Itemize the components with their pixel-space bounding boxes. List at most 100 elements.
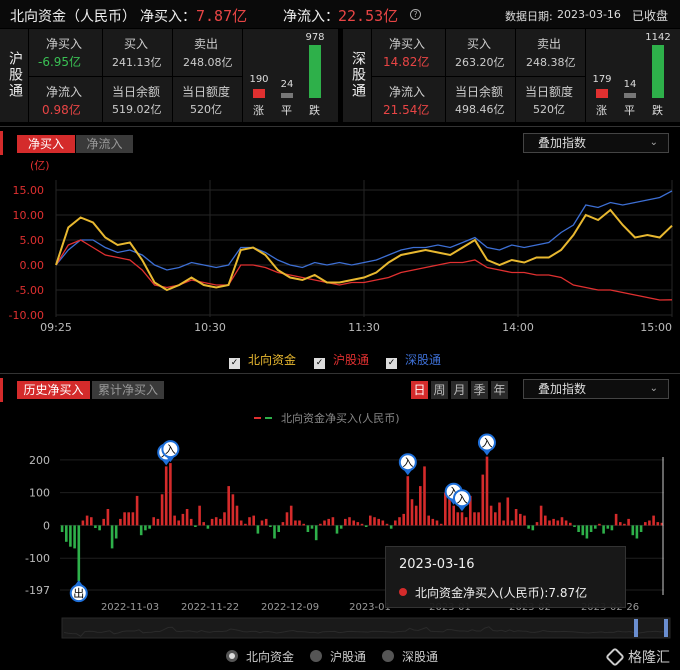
legend-sz-label: 深股通 bbox=[405, 353, 442, 367]
watermark-logo: 格隆汇 bbox=[605, 647, 670, 667]
bar bbox=[481, 474, 485, 526]
y-tick-label: -5.00 bbox=[16, 284, 44, 297]
bar bbox=[560, 517, 564, 526]
bar bbox=[456, 512, 460, 526]
bar bbox=[506, 497, 510, 526]
bar bbox=[598, 523, 601, 526]
sh-up-bar bbox=[253, 89, 265, 98]
bar bbox=[581, 525, 585, 536]
period-month[interactable]: 月 bbox=[451, 381, 468, 399]
y-tick-label: -197 bbox=[25, 584, 50, 597]
sz-connect-panel: 深股通 净买入 14.82亿 买入 263.20亿 卖出 248.38亿 净流入… bbox=[343, 29, 680, 122]
bar bbox=[377, 518, 380, 526]
chart-tooltip: 2023-03-16 北向资金净买入(人民币):7.87亿 bbox=[385, 546, 626, 608]
bar bbox=[498, 502, 501, 526]
bar bbox=[314, 525, 318, 541]
x-tick-label: 2022-11-03 bbox=[101, 602, 159, 613]
bar bbox=[114, 525, 118, 539]
radio-selected-icon bbox=[226, 650, 238, 662]
sz-sell-value: 248.38亿 bbox=[526, 56, 576, 69]
radio-north[interactable]: 北向资金 bbox=[226, 648, 294, 665]
radio-sh[interactable]: 沪股通 bbox=[310, 648, 366, 665]
sz-flat-bar bbox=[624, 93, 636, 98]
radio-north-label: 北向资金 bbox=[246, 650, 295, 664]
radio-sh-label: 沪股通 bbox=[330, 650, 367, 664]
page-title: 北向资金（人民币） bbox=[10, 9, 136, 25]
bar bbox=[85, 515, 89, 526]
bar bbox=[644, 522, 647, 526]
bar bbox=[385, 523, 389, 526]
sh-buy-label: 买入 bbox=[124, 37, 149, 51]
history-overlay-index-dropdown[interactable]: 叠加指数 ⌄ bbox=[523, 379, 669, 399]
bar bbox=[210, 518, 214, 526]
sz-net-flow-value: 21.54亿 bbox=[383, 103, 430, 117]
sh-down-count: 978 bbox=[305, 32, 325, 43]
sz-down-label: 跌 bbox=[652, 104, 663, 117]
bar bbox=[523, 515, 526, 526]
sh-down-bar bbox=[309, 45, 321, 98]
tab-history-net-buy[interactable]: 历史净买入 bbox=[17, 381, 90, 399]
bar bbox=[510, 520, 514, 526]
radio-sz[interactable]: 深股通 bbox=[382, 648, 438, 665]
bar bbox=[602, 525, 605, 534]
y-tick-label: 100 bbox=[29, 487, 50, 500]
legend-sh[interactable]: ✓ 沪股通 bbox=[314, 351, 369, 369]
tab-net-buy[interactable]: 净买入 bbox=[17, 135, 75, 153]
section-divider bbox=[0, 126, 680, 127]
bar bbox=[356, 522, 360, 526]
bar bbox=[252, 515, 255, 526]
legend-north[interactable]: ✓ 北向资金 bbox=[229, 351, 296, 369]
bar bbox=[98, 525, 101, 531]
bar bbox=[127, 512, 130, 526]
sz-buy-label: 买入 bbox=[467, 37, 492, 51]
bar bbox=[389, 525, 393, 529]
chevron-down-icon: ⌄ bbox=[649, 383, 658, 394]
bar bbox=[419, 486, 422, 526]
tab-cumulative-net-buy[interactable]: 累计净买入 bbox=[92, 381, 164, 399]
bar bbox=[360, 523, 364, 526]
bar bbox=[235, 505, 239, 526]
bar bbox=[60, 525, 64, 532]
bar bbox=[439, 523, 443, 526]
period-week[interactable]: 周 bbox=[431, 381, 448, 399]
bar bbox=[223, 512, 226, 526]
bar bbox=[464, 517, 468, 526]
net-flow-value: 22.53亿 bbox=[338, 7, 399, 25]
y-tick-label: 15.00 bbox=[13, 184, 45, 197]
period-year[interactable]: 年 bbox=[491, 381, 508, 399]
bar bbox=[589, 525, 593, 532]
bar bbox=[260, 520, 264, 526]
question-icon[interactable]: ? bbox=[410, 9, 421, 20]
bar bbox=[123, 512, 126, 526]
bar bbox=[431, 518, 435, 526]
x-tick-label: 09:25 bbox=[40, 321, 72, 334]
divider bbox=[242, 29, 243, 122]
bar bbox=[289, 505, 293, 526]
bar bbox=[81, 520, 85, 526]
y-tick-label: -100 bbox=[25, 552, 50, 565]
bar bbox=[635, 525, 639, 539]
bar bbox=[169, 463, 172, 526]
logo-text: 格隆汇 bbox=[628, 650, 670, 666]
overlay-index-dropdown[interactable]: 叠加指数 ⌄ bbox=[523, 133, 669, 153]
tab-net-flow[interactable]: 净流入 bbox=[76, 135, 133, 153]
bar bbox=[214, 517, 218, 526]
sh-buy-value: 241.13亿 bbox=[112, 56, 162, 69]
bar bbox=[160, 494, 164, 526]
bar bbox=[514, 509, 518, 526]
bar bbox=[323, 520, 326, 526]
bar bbox=[381, 520, 385, 526]
period-quarter[interactable]: 季 bbox=[471, 381, 488, 399]
bar bbox=[144, 525, 147, 531]
bar bbox=[139, 525, 143, 536]
tooltip-dot bbox=[399, 588, 407, 596]
bar bbox=[402, 513, 405, 526]
bar bbox=[344, 518, 347, 526]
legend-sz[interactable]: ✓ 深股通 bbox=[386, 351, 441, 369]
period-day[interactable]: 日 bbox=[411, 381, 428, 399]
check-icon: ✓ bbox=[229, 358, 240, 369]
sh-quota-label: 当日额度 bbox=[182, 85, 231, 99]
sz-up-count: 179 bbox=[592, 74, 612, 85]
bar bbox=[614, 513, 618, 526]
bar bbox=[544, 515, 547, 526]
